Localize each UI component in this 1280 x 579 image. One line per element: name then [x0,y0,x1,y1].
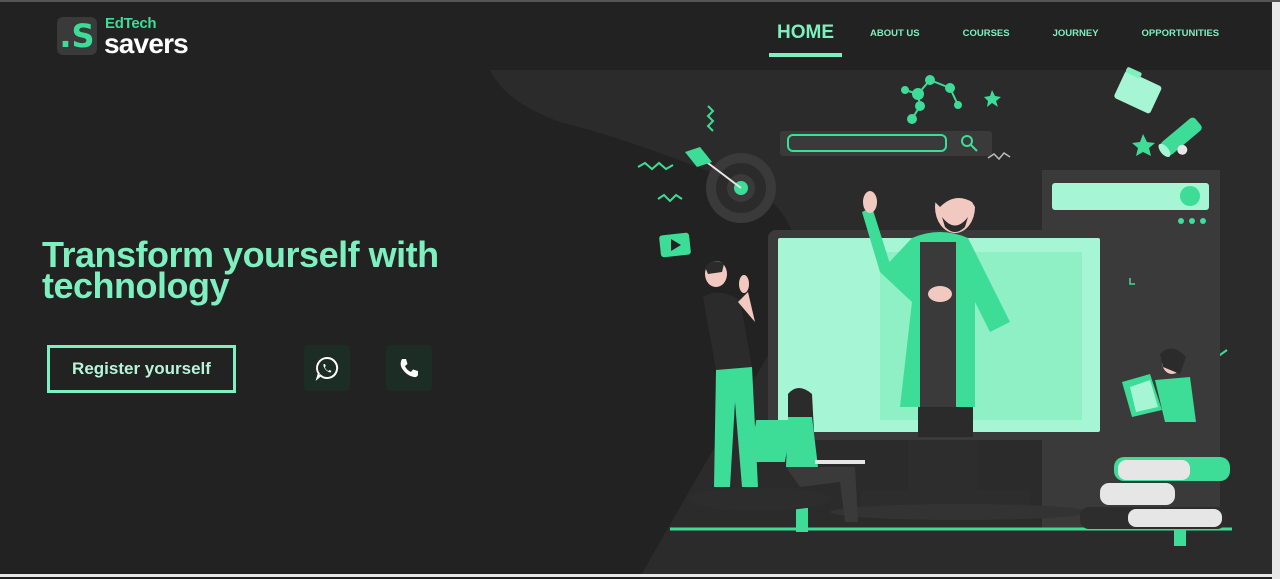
phone-icon [400,359,418,378]
background-blob [490,70,1272,577]
phone-button[interactable] [386,345,432,391]
search-bar-graphic [780,131,992,156]
hero-headline: Transform yourself with technology [42,237,522,304]
squiggle-graphic [1207,348,1228,357]
whatsapp-icon [315,356,339,381]
main-navigation: HOME ABOUT US COURSES JOURNEY OPPORTUNIT… [760,2,1262,64]
squiggle-graphic [637,161,674,171]
teacher-figure [862,179,1010,437]
bookmark-graphic [1174,518,1186,546]
landing-page: .S EdTech savers HOME ABOUT US COURSES J… [0,0,1280,579]
squiggle-graphic [1192,334,1209,345]
register-button[interactable]: Register yourself [47,345,236,393]
squiggle-graphic [657,193,683,203]
books-stack-graphic [1080,457,1230,529]
star-graphic [1132,134,1155,156]
video-graphic [659,232,691,258]
hero-headline-line2: technology [42,265,230,306]
bookmark-graphic [796,508,808,532]
star-graphic [984,90,1001,107]
student-standing-figure [703,261,758,487]
brand-logo[interactable]: .S EdTech savers [57,15,207,59]
page-scrollbar[interactable] [1272,2,1280,579]
squiggle-graphic [706,105,715,132]
squiggle-graphic [987,152,1011,161]
student-laptop-figure [748,388,865,522]
target-graphic [685,147,776,223]
molecule-graphic [901,75,962,124]
nav-about-us[interactable]: ABOUT US [870,28,920,39]
server-tower-graphic [1042,170,1220,530]
whatsapp-button[interactable] [304,345,350,391]
student-reading-figure [1122,348,1196,457]
monitor-graphic [768,230,1110,520]
nav-courses[interactable]: COURSES [963,28,1010,39]
diploma-graphic [1158,117,1202,158]
nav-journey[interactable]: JOURNEY [1053,28,1099,39]
folder-graphic [1114,67,1162,114]
brand-name-bottom: savers [104,28,189,59]
nav-opportunities[interactable]: OPPORTUNITIES [1142,28,1220,39]
logo-mark: .S [57,17,97,55]
nav-home[interactable]: HOME [769,22,842,57]
